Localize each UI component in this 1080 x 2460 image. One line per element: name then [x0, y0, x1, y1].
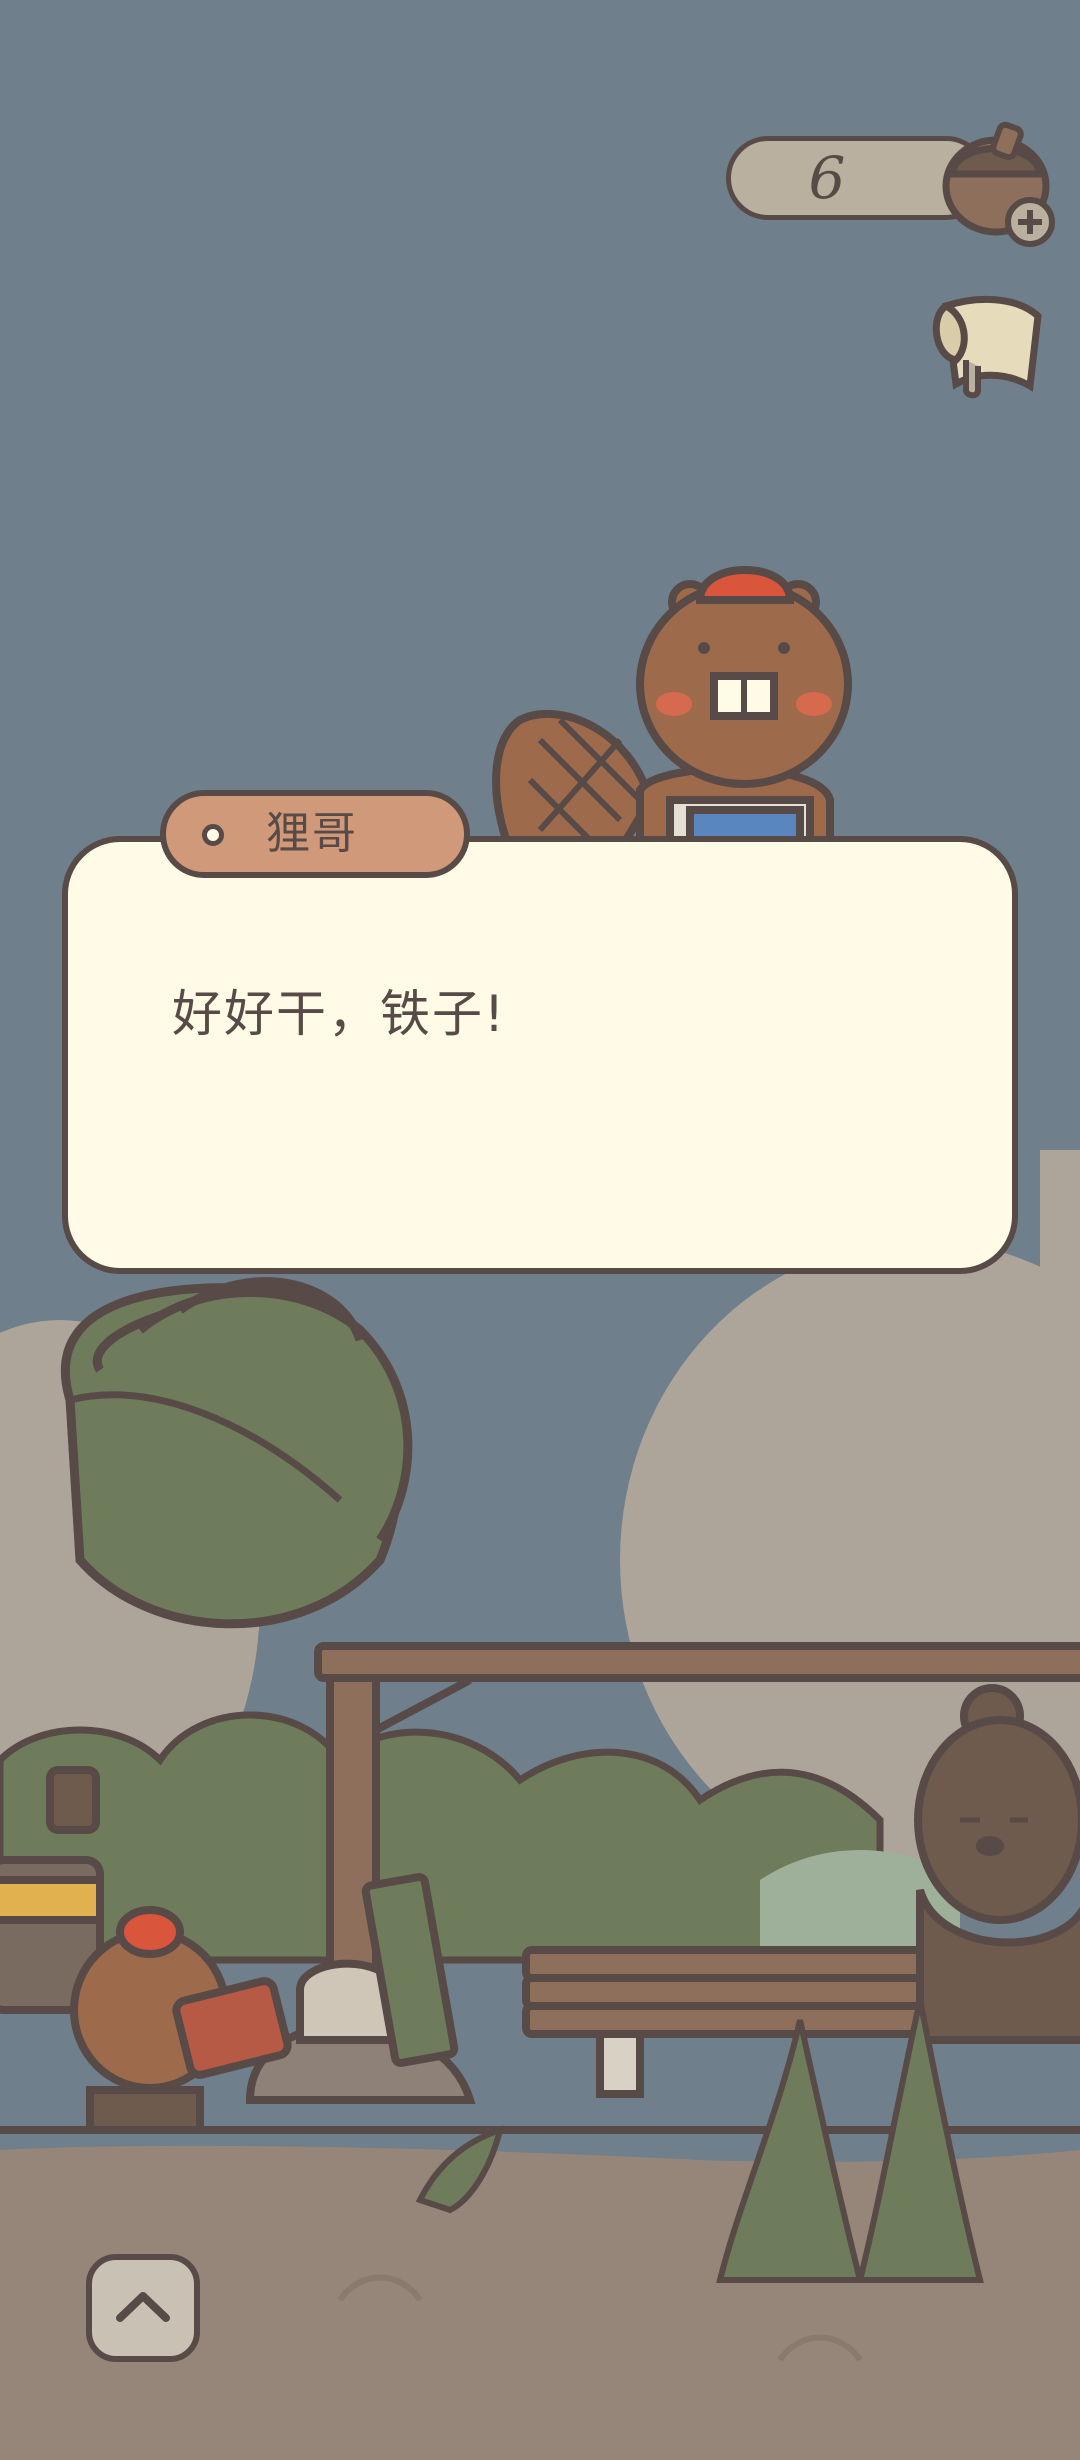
acorn-add-button[interactable]: [936, 116, 1064, 248]
game-screen: 6 好好干，铁子! 狸哥: [0, 0, 1080, 2460]
chevron-up-icon: [116, 2292, 170, 2322]
acorn-count: 6: [808, 144, 846, 212]
map-button[interactable]: [926, 276, 1058, 406]
expand-button[interactable]: [86, 2254, 200, 2362]
name-tag-dot-icon: [202, 824, 224, 846]
speaker-name: 狸哥: [266, 808, 358, 859]
dialog-box[interactable]: 好好干，铁子!: [62, 836, 1018, 1274]
dialog-text: 好好干，铁子!: [172, 985, 507, 1043]
leaf-plant: [60, 1277, 413, 1629]
map-icon: [932, 296, 1042, 399]
speaker-name-tag: 狸哥: [160, 790, 470, 878]
acorn-add-icon: [942, 121, 1055, 247]
